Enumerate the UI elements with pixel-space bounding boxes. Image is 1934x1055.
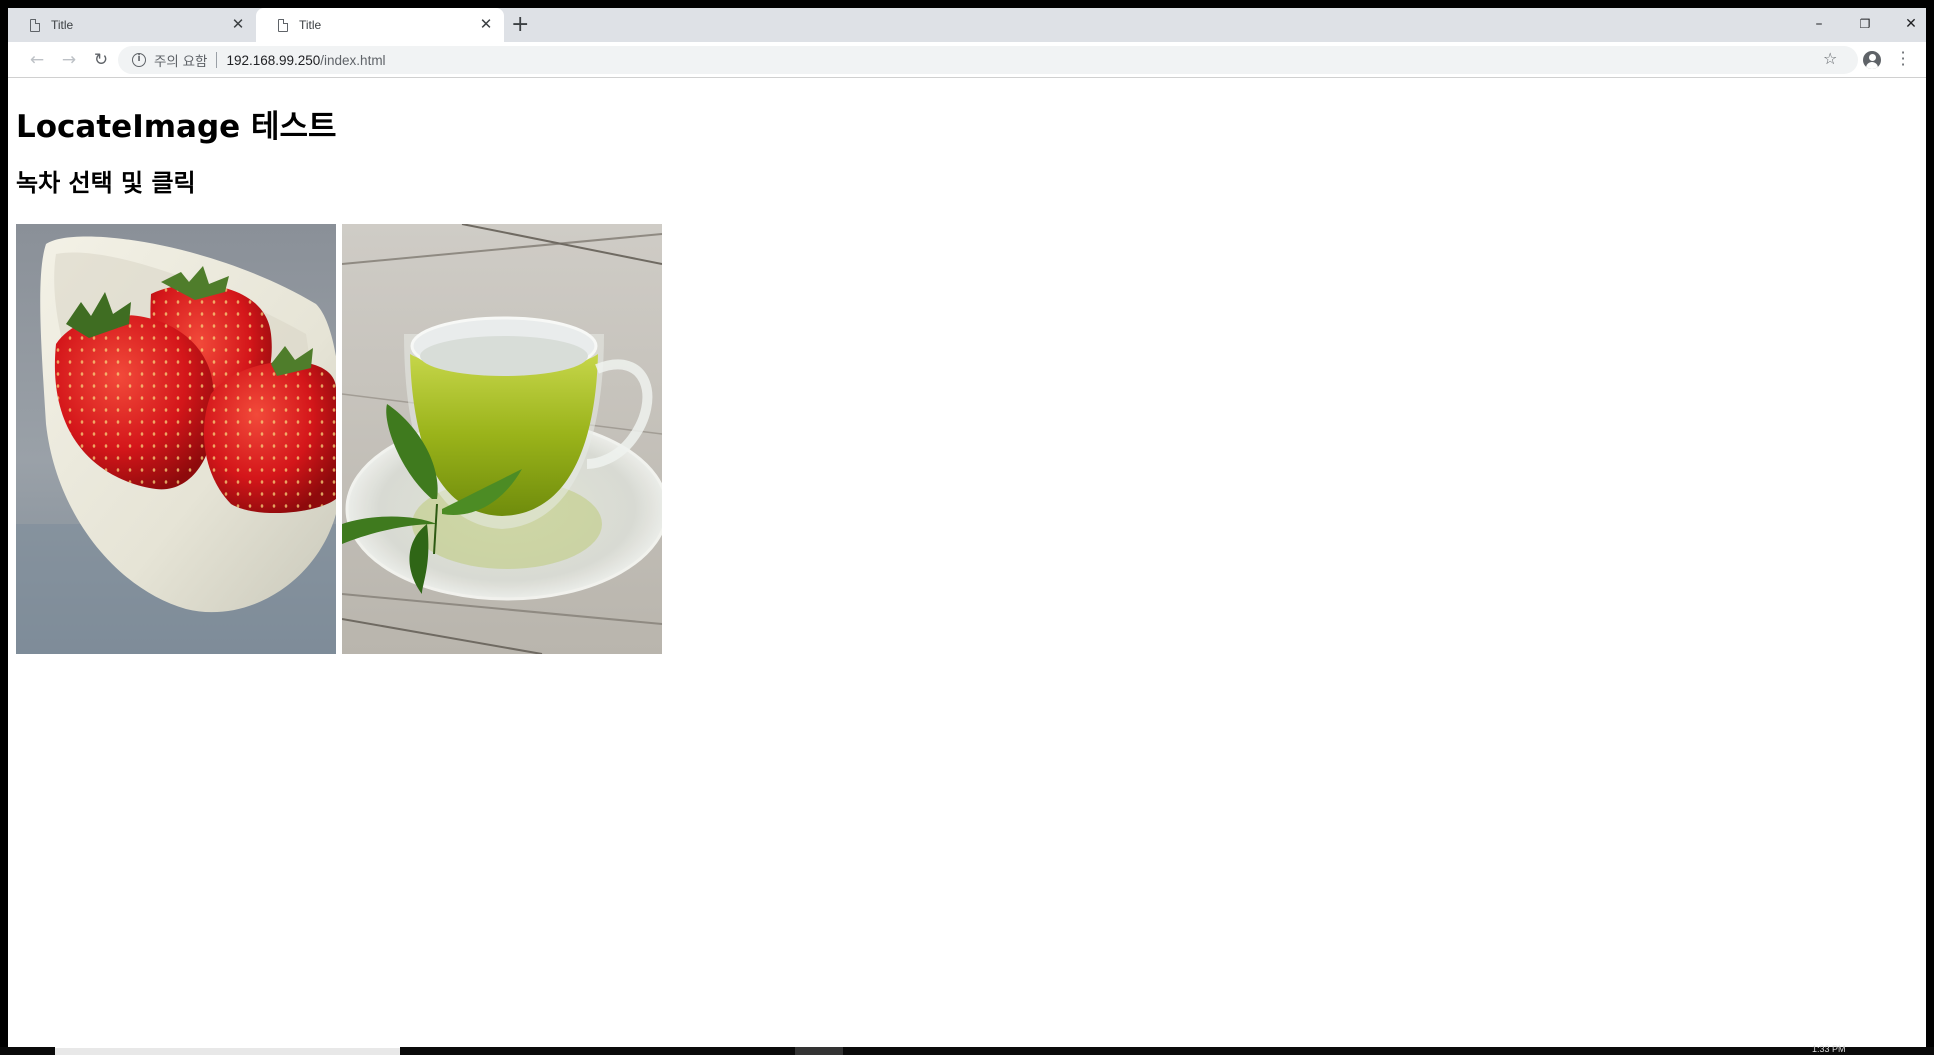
taskbar: 1:33 PM [0,1044,1934,1055]
back-button[interactable]: ← [24,47,50,73]
taskbar-clock: 1:33 PM [1812,1044,1846,1054]
strawberry-image[interactable] [16,224,336,654]
page-content: LocateImage 테스트 녹차 선택 및 클릭 [8,79,1926,1048]
address-bar[interactable]: i 주의 요함 192.168.99.250/index.html [118,46,1858,74]
tab-close-icon[interactable]: ✕ [478,17,494,33]
bookmark-star-icon[interactable]: ☆ [1823,49,1837,69]
strawberry-picture [16,224,336,654]
tab-title: Title [299,18,322,32]
menu-icon[interactable]: · · · [1900,45,1906,73]
info-icon[interactable]: i [132,53,146,67]
tab-1[interactable]: Title ✕ [8,8,256,42]
document-icon [278,18,288,32]
browser-window: Title ✕ Title ✕ + – ❐ ✕ ← → ↻ i 주의 요함 19… [8,8,1926,1048]
toolbar: ← → ↻ i 주의 요함 192.168.99.250/index.html … [8,42,1926,78]
url-host[interactable]: 192.168.99.250 [226,53,320,68]
tab-title: Title [51,18,74,32]
tab-close-icon[interactable]: ✕ [230,17,246,33]
taskbar-app-button[interactable] [55,1047,400,1055]
screen: Title ✕ Title ✕ + – ❐ ✕ ← → ↻ i 주의 요함 19… [0,0,1934,1055]
forward-button[interactable]: → [56,47,82,73]
tab-strip: Title ✕ Title ✕ + – ❐ ✕ [8,8,1926,42]
reload-button[interactable]: ↻ [88,47,114,73]
page-subtitle: 녹차 선택 및 클릭 [16,169,196,197]
taskbar-app-button-2[interactable] [795,1047,843,1055]
tab-2[interactable]: Title ✕ [256,8,504,42]
restore-button[interactable]: ❐ [1850,14,1880,34]
new-tab-button[interactable]: + [511,14,529,36]
greentea-picture [342,224,662,654]
greentea-image[interactable] [342,224,662,654]
minimize-button[interactable]: – [1804,14,1834,34]
url-divider [216,52,218,68]
page-title: LocateImage 테스트 [16,109,337,145]
url-path[interactable]: /index.html [320,53,385,68]
document-icon [30,18,40,32]
profile-icon[interactable] [1863,51,1881,69]
close-window-button[interactable]: ✕ [1896,14,1926,34]
security-label[interactable]: 주의 요함 [154,50,207,70]
